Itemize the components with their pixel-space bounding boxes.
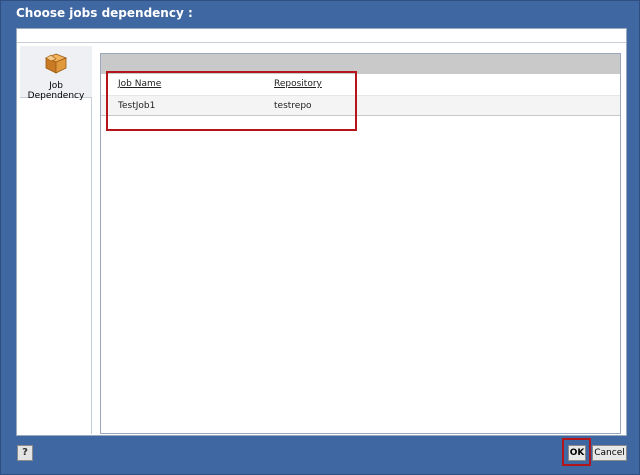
highlight-annotation-grid — [106, 71, 357, 131]
top-strip — [17, 29, 626, 43]
cancel-button[interactable]: Cancel — [592, 445, 627, 461]
sidebar-item-label: Job Dependency — [27, 81, 85, 101]
choose-jobs-dependency-dialog: Choose jobs dependency : Job Dependency — [0, 0, 640, 475]
package-box-icon — [44, 52, 68, 74]
sidebar-item-job-dependency[interactable]: Job Dependency — [20, 46, 92, 101]
sidebar: Job Dependency — [20, 46, 92, 434]
ok-button[interactable]: OK — [568, 445, 586, 461]
help-button[interactable]: ? — [17, 445, 33, 461]
dialog-title: Choose jobs dependency : — [16, 6, 193, 20]
